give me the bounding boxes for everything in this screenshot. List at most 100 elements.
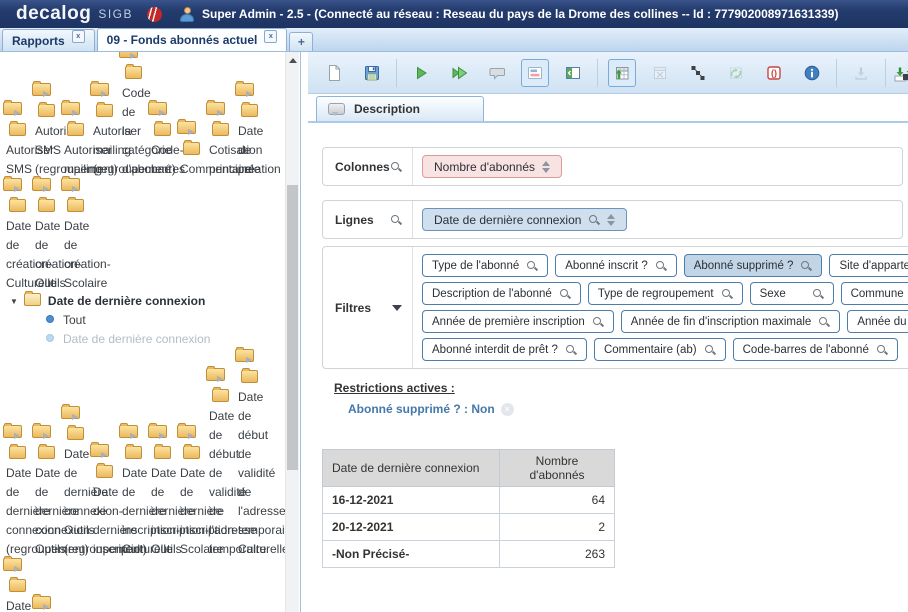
chevron-right-icon[interactable]: ▶ <box>246 84 252 103</box>
chevron-right-icon[interactable]: ▶ <box>101 84 107 103</box>
chevron-right-icon[interactable]: ▶ <box>14 559 20 578</box>
chevron-right-icon[interactable]: ▶ <box>72 179 78 198</box>
scroll-up-arrow-icon[interactable] <box>289 58 297 63</box>
export-more-icon[interactable] <box>889 60 908 88</box>
search-icon[interactable] <box>526 260 538 272</box>
filter-pill[interactable]: Description de l'abonné <box>422 282 581 305</box>
filter-pill[interactable]: Abonné inscrit ? <box>555 254 676 277</box>
tree-folder-item[interactable]: ▶Autoriser SMS <box>3 102 22 115</box>
tree-folder-item[interactable]: ▶Code-barres <box>148 102 167 115</box>
filter-pill[interactable]: Sexe <box>750 282 834 305</box>
filters-label-cell[interactable]: Filtres <box>323 247 413 368</box>
tab-rapports[interactable]: Rapportsx <box>2 29 95 51</box>
save-report-icon[interactable] <box>358 59 386 87</box>
filter-pill[interactable]: Année de fin d'inscription maximale <box>621 310 841 333</box>
filter-pill[interactable]: Commentaire (ab) <box>594 338 726 361</box>
chevron-right-icon[interactable]: ▶ <box>14 426 20 445</box>
download-disabled-icon[interactable] <box>847 59 875 87</box>
column-field-pill[interactable]: Nombre d'abonnés <box>422 155 562 178</box>
run-all-icon[interactable] <box>445 59 473 87</box>
chevron-right-icon[interactable]: ▶ <box>43 426 49 445</box>
filter-pill[interactable]: Site d'appartenance <box>829 254 908 277</box>
tree-folder-item[interactable]: ▶Date de début de validité de l'adresse … <box>206 368 225 381</box>
tree-folder-item[interactable]: ▶Date de création-Culturelle <box>3 178 22 191</box>
search-icon[interactable] <box>704 344 716 356</box>
tree-folder-item[interactable]: ▶Date de création-Scolaire <box>61 178 80 191</box>
tree-folder-item[interactable]: ▶Date de création <box>235 83 254 96</box>
tree-folder-item[interactable]: ▶Code de la catégorie d'abonné <box>119 52 138 58</box>
tree-folder-item[interactable]: ▼Date de dernière connexion <box>0 292 283 311</box>
tree-folder-item[interactable]: ▶Autoriser SMS (regroupement) <box>32 83 51 96</box>
tab-09-fonds-abonn-s-actuel[interactable]: 09 - Fonds abonnés actuelx <box>97 28 288 51</box>
add-tab-button[interactable]: + <box>289 32 313 51</box>
chevron-right-icon[interactable]: ▶ <box>188 122 194 141</box>
chevron-right-icon[interactable]: ▶ <box>246 350 252 369</box>
chevron-right-icon[interactable]: ▶ <box>43 597 49 612</box>
search-icon[interactable] <box>721 288 733 300</box>
search-icon[interactable] <box>565 344 577 356</box>
remove-restriction-icon[interactable]: ✕ <box>501 403 514 416</box>
chevron-right-icon[interactable]: ▶ <box>159 426 165 445</box>
chevron-right-icon[interactable]: ▶ <box>188 426 194 445</box>
search-icon[interactable] <box>800 260 812 272</box>
close-tab-icon[interactable]: x <box>264 30 277 43</box>
scrollbar-thumb[interactable] <box>287 185 298 470</box>
search-icon[interactable] <box>390 214 402 226</box>
pivot-table-view-icon[interactable] <box>608 59 636 87</box>
chevron-right-icon[interactable]: ▶ <box>130 426 136 445</box>
sort-arrows-icon[interactable] <box>607 214 615 226</box>
refresh-table-icon[interactable] <box>722 59 750 87</box>
rows-label-cell[interactable]: Lignes <box>323 201 413 238</box>
filter-pill[interactable]: Année de première inscription <box>422 310 614 333</box>
filter-pill[interactable]: Commune <box>841 282 908 305</box>
tree-folder-item[interactable]: ▶Date de dernière inscription <box>90 444 109 457</box>
run-report-icon[interactable] <box>407 59 435 87</box>
description-view-icon[interactable] <box>521 59 549 87</box>
search-icon[interactable] <box>655 260 667 272</box>
search-icon[interactable] <box>588 214 600 226</box>
tree-folder-item[interactable]: ▶Date de dernière inscription-Outils <box>148 425 167 438</box>
tree-folder-item[interactable]: ▶Date de début de validité de l'adresse <box>32 596 51 609</box>
filter-pill[interactable]: Année du dernier <box>847 310 908 333</box>
chevron-right-icon[interactable]: ▶ <box>43 84 49 103</box>
tree-folder-item[interactable]: ▶Date de dernière connexion-Outils <box>32 425 51 438</box>
chevron-right-icon[interactable]: ▶ <box>159 103 165 122</box>
side-panel-view-icon[interactable] <box>559 59 587 87</box>
row-field-pill[interactable]: Date de dernière connexion <box>422 208 627 231</box>
chevron-right-icon[interactable]: ▶ <box>217 369 223 388</box>
tree-folder-item[interactable]: ▶Commentaire <box>177 121 196 134</box>
filter-pill[interactable]: Type de l'abonné <box>422 254 548 277</box>
tree-folder-item[interactable]: ▶Date de création-Outils <box>32 178 51 191</box>
filter-pill[interactable]: Type de regroupement <box>588 282 743 305</box>
info-icon[interactable] <box>798 59 826 87</box>
tree-folder-item[interactable]: ▶Date de dernière inscription-Culturelle <box>119 425 138 438</box>
close-tab-icon[interactable]: x <box>72 30 85 43</box>
sort-arrows-icon[interactable] <box>542 161 550 173</box>
tree-folder-item[interactable]: ▶Date de début de validité de l'adresse … <box>3 558 22 571</box>
search-icon[interactable] <box>592 316 604 328</box>
tree-folder-item[interactable]: ▶Date de dernière connexion (regroupemen… <box>3 425 22 438</box>
chevron-right-icon[interactable]: ▶ <box>43 179 49 198</box>
search-icon[interactable] <box>390 161 402 173</box>
chevron-right-icon[interactable]: ▶ <box>72 407 78 426</box>
tree-folder-item[interactable]: ▶Autoriser mailing (regroupement) <box>90 83 109 96</box>
sidebar-scrollbar[interactable] <box>285 52 299 612</box>
search-icon[interactable] <box>876 344 888 356</box>
search-icon[interactable] <box>559 288 571 300</box>
tree-folder-item[interactable]: ▶Autoriser mailing <box>61 102 80 115</box>
comments-icon[interactable] <box>483 59 511 87</box>
search-icon[interactable] <box>818 316 830 328</box>
tree-folder-item[interactable]: ▶Date de dernière connexion-Outils (regr… <box>61 406 80 419</box>
drill-levels-icon[interactable] <box>684 59 712 87</box>
filter-pill[interactable]: Code-barres de l'abonné <box>733 338 898 361</box>
chevron-right-icon[interactable]: ▶ <box>14 103 20 122</box>
clear-table-icon[interactable] <box>646 59 674 87</box>
chevron-right-icon[interactable]: ▶ <box>101 445 107 464</box>
chevron-right-icon[interactable]: ▶ <box>72 103 78 122</box>
tree-folder-item[interactable]: ▶Cotisation principale <box>206 102 225 115</box>
search-icon[interactable] <box>812 288 824 300</box>
chevron-right-icon[interactable]: ▶ <box>217 103 223 122</box>
tree-folder-item[interactable]: ▶Date de début de validité de l'adresse … <box>235 349 254 362</box>
filter-pill[interactable]: Abonné supprimé ? <box>684 254 823 277</box>
filter-pill[interactable]: Abonné interdit de prêt ? <box>422 338 587 361</box>
